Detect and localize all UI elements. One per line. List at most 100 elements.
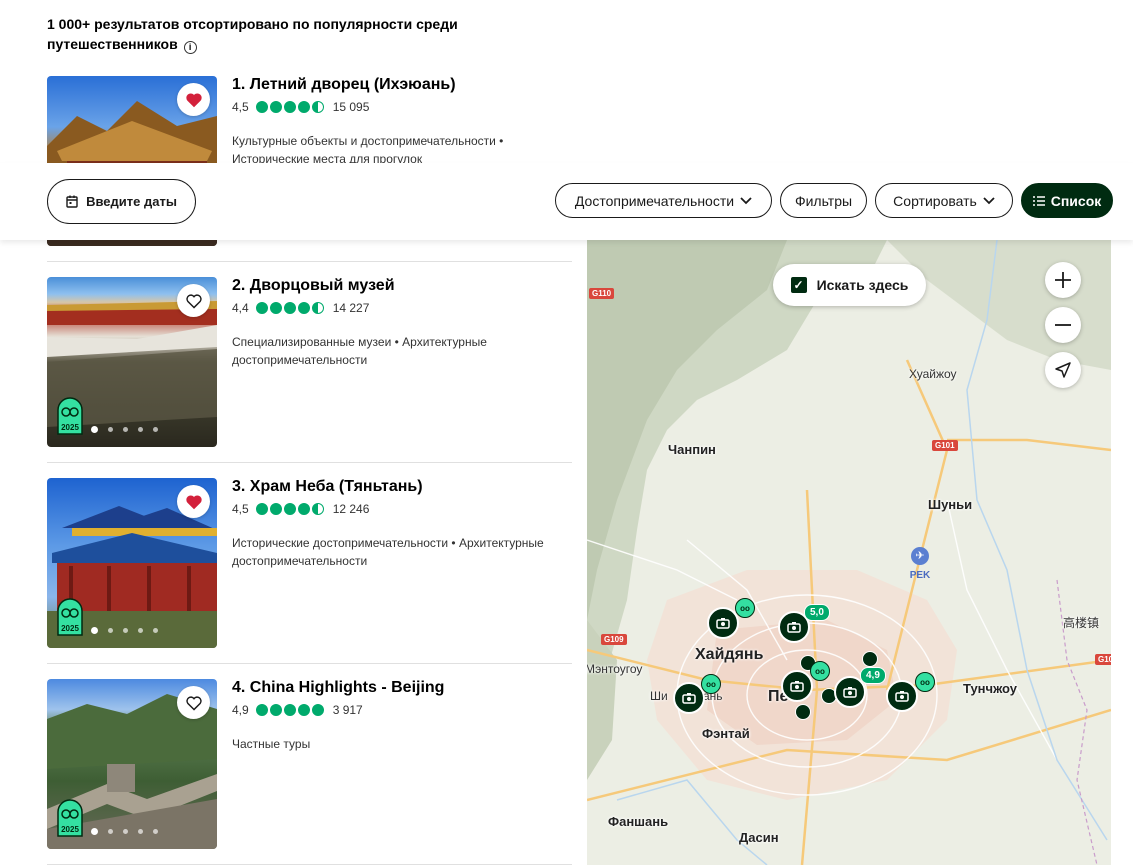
attraction-title[interactable]: 1. Летний дворец (Ихэюань) [232,76,456,94]
map-label-shijingshan: Ши [650,689,668,703]
save-heart-button[interactable] [177,83,210,116]
airport-code: PEK [909,570,931,581]
heart-outline-icon [185,695,202,711]
list-item[interactable]: 2025 2. Дворцовый музей 4,4 14 227 Специ… [47,277,573,447]
map-label-shunyi: Шуньи [928,497,973,512]
rating-value: 4,5 [232,100,249,114]
review-count[interactable]: 15 095 [333,100,370,114]
zoom-in-button[interactable] [1045,262,1081,298]
bubble-icon [283,704,296,716]
rating-value: 4,5 [232,502,249,516]
map-pin[interactable] [673,682,705,714]
divider [47,261,572,262]
camera-icon [895,691,909,702]
bubble-icon [255,101,268,113]
rating-bubbles [255,101,324,113]
bubble-half-icon [311,302,324,314]
travelers-choice-pin-icon[interactable]: oo [701,674,721,694]
rating-value: 4,9 [232,703,249,717]
map-label-changping: Чанпин [668,442,716,457]
map-label-fangshan: Фаншань [608,814,669,829]
list-view-label: Список [1050,192,1102,209]
save-heart-button[interactable] [177,284,210,317]
navigation-arrow-icon [1055,362,1071,378]
airport-marker[interactable]: ✈ PEK [905,547,935,583]
road-sign: G109 [601,634,627,645]
review-count[interactable]: 14 227 [333,301,370,315]
map-pin-small[interactable] [795,704,811,720]
map-pin-small[interactable] [862,651,878,667]
results-count-text: 1 000+ результатов отсортировано по попу… [47,16,458,52]
road-sign: G10 [1095,654,1111,665]
bubble-icon [269,302,282,314]
map-pin[interactable] [886,680,918,712]
bubble-half-icon [311,503,324,515]
pin-rating[interactable]: 4,9 [860,667,886,684]
attraction-photo[interactable]: 2025 [47,277,217,447]
plus-icon [1055,272,1071,288]
checkbox-checked-icon[interactable]: ✓ [790,277,807,293]
travelers-choice-badge-icon: 2025 [57,799,83,837]
bubble-icon [283,101,296,113]
attraction-title[interactable]: 2. Дворцовый музей [232,277,395,295]
camera-icon [790,681,804,692]
info-icon[interactable]: i [183,41,197,54]
carousel-dots[interactable] [91,627,158,634]
attraction-photo[interactable]: 2025 [47,478,217,648]
attraction-photo[interactable]: 2025 [47,679,217,849]
filters-button[interactable]: Фильтры [780,183,867,218]
chevron-down-icon [983,196,995,204]
sort-label: Сортировать [893,192,977,209]
map-panel[interactable]: G110 G101 G109 G10 Хуайжоу Чанпин Шуньи … [587,240,1111,865]
locate-me-button[interactable] [1045,352,1081,388]
heart-filled-icon [185,92,202,107]
heart-outline-icon [185,293,202,309]
bubble-icon [255,302,268,314]
pin-rating[interactable]: 5,0 [804,604,830,621]
save-heart-button[interactable] [177,485,210,518]
sort-dropdown[interactable]: Сортировать [875,183,1013,218]
rating-row: 4,4 14 227 [232,301,369,315]
list-item[interactable]: 2025 3. Храм Неба (Тяньтань) 4,5 12 246 … [47,478,573,648]
list-item[interactable]: 2025 4. China Highlights - Beijing 4,9 3… [47,679,573,849]
save-heart-button[interactable] [177,686,210,719]
carousel-dots[interactable] [91,426,158,433]
rating-value: 4,4 [232,301,249,315]
attraction-title[interactable]: 4. China Highlights - Beijing [232,679,444,697]
map-label-mentougou: Мэнтоугоу [587,662,643,676]
map-label-huairou: Хуайжоу [909,367,957,381]
map-pin[interactable] [707,607,739,639]
carousel-dots[interactable] [91,828,158,835]
attractions-label: Достопримечательности [574,192,735,209]
bubble-icon [283,302,296,314]
badge-year: 2025 [61,825,79,834]
bubble-icon [255,503,268,515]
divider [47,462,572,463]
divider [47,663,572,664]
zoom-out-button[interactable] [1045,307,1081,343]
attractions-dropdown[interactable]: Достопримечательности [555,183,772,218]
bubble-icon [269,101,282,113]
map-label-fengtai: Фэнтай [702,726,750,741]
list-view-button[interactable]: Список [1021,183,1113,218]
chevron-down-icon [740,196,752,204]
enter-dates-button[interactable]: Введите даты [47,179,196,224]
travelers-choice-badge-icon: 2025 [57,397,83,435]
rating-bubbles [255,704,324,716]
travelers-choice-badge-icon: 2025 [57,598,83,636]
attraction-title[interactable]: 3. Храм Неба (Тяньтань) [232,478,423,496]
search-here-button[interactable]: ✓ Искать здесь [773,264,926,306]
badge-year: 2025 [61,624,79,633]
travelers-choice-pin-icon[interactable]: oo [810,661,830,681]
travelers-choice-pin-icon[interactable]: oo [915,672,935,692]
search-here-label: Искать здесь [816,277,909,293]
list-icon [1032,195,1045,206]
heart-filled-icon [185,494,202,509]
travelers-choice-pin-icon[interactable]: oo [735,598,755,618]
results-header: 1 000+ результатов отсортировано по попу… [47,14,517,54]
review-count[interactable]: 3 917 [333,703,363,717]
map-pin[interactable] [781,670,813,702]
rating-bubbles [255,302,324,314]
map-label-haidian: Хайдянь [695,646,764,663]
review-count[interactable]: 12 246 [333,502,370,516]
